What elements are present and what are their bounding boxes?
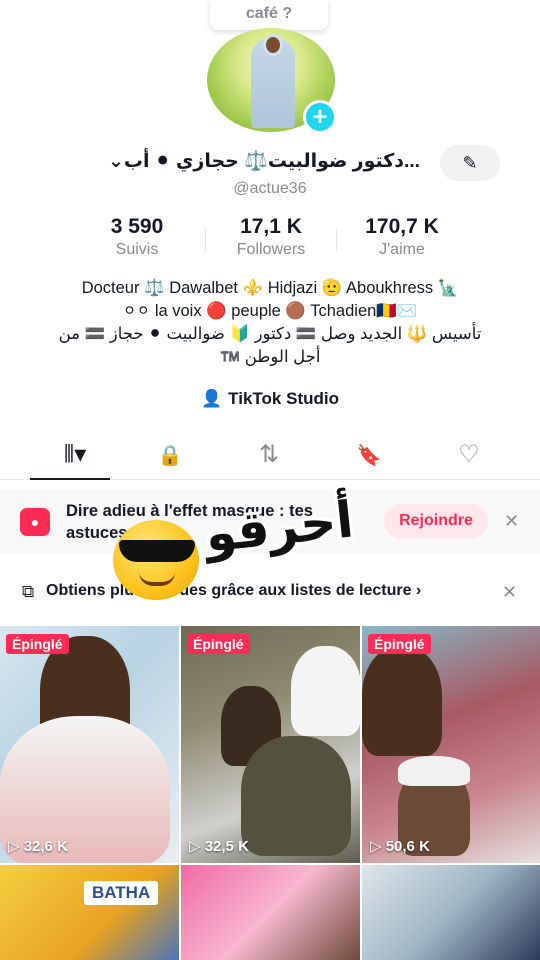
batha-sign: BATHA bbox=[84, 881, 159, 905]
stat-likes-value: 170,7 K bbox=[365, 215, 439, 238]
video-thumbnail[interactable]: Épinglé ▷ 32,6 K bbox=[0, 626, 179, 863]
tiktok-studio-label: TikTok Studio bbox=[228, 389, 339, 408]
tab-private[interactable]: 🔒 bbox=[140, 438, 200, 472]
sunglasses-emoji-icon bbox=[113, 520, 203, 602]
pencil-icon: ✎ bbox=[462, 153, 478, 173]
stat-followers-label: Followers bbox=[236, 241, 306, 258]
view-count: ▷ 50,6 K bbox=[370, 838, 430, 855]
grid-icon: ⦀▾ bbox=[63, 441, 87, 468]
repost-icon: ⇅ bbox=[258, 441, 280, 468]
tab-videos-grid[interactable]: ⦀▾ bbox=[45, 438, 105, 472]
stat-following-label: Suivis bbox=[115, 241, 159, 258]
view-count: ▷ 32,5 K bbox=[189, 838, 249, 855]
pinned-badge: Épinglé bbox=[187, 634, 250, 654]
stat-followers[interactable]: 17,1 K Followers bbox=[206, 215, 336, 259]
join-button[interactable]: Rejoindre bbox=[384, 504, 488, 538]
playlist-icon: ⧉ bbox=[22, 582, 35, 601]
add-story-plus-icon[interactable]: + bbox=[303, 100, 337, 134]
bio-line: Docteur ⚖️ Dawalbet ⚜️ Hidjazi 🫡 Aboukhr… bbox=[81, 279, 459, 297]
tab-reposts[interactable]: ⇅ bbox=[239, 438, 299, 472]
video-thumbnail[interactable]: Épinglé ▷ 32,5 K bbox=[181, 626, 360, 863]
profile-stats: 3 590 Suivis 17,1 K Followers 170,7 K J'… bbox=[0, 215, 540, 265]
lock-icon: 🔒 bbox=[157, 445, 183, 467]
stat-likes[interactable]: 170,7 K J'aime bbox=[337, 215, 467, 259]
stat-followers-value: 17,1 K bbox=[240, 215, 302, 238]
active-tab-indicator bbox=[30, 478, 110, 480]
profile-tabs: ⦀▾ 🔒 ⇅ 🔖 ♡ bbox=[0, 430, 540, 480]
playlist-promo-text: Obtiens plus de vues grâce aux listes de… bbox=[46, 582, 422, 599]
bio-line: ⚪⚪ la voix 🔴 peuple 🟤 Tchadien🇹🇩✉️ bbox=[122, 302, 418, 320]
video-thumbnail[interactable] bbox=[181, 865, 360, 960]
stat-following[interactable]: 3 590 Suivis bbox=[72, 215, 202, 259]
edit-profile-button[interactable]: ✎ bbox=[440, 145, 500, 181]
close-icon[interactable]: ✕ bbox=[502, 582, 517, 603]
profile-bio: Docteur ⚖️ Dawalbet ⚜️ Hidjazi 🫡 Aboukhr… bbox=[20, 277, 520, 369]
camera-icon: ● bbox=[20, 508, 50, 536]
bio-line: أجل الوطن ™️ bbox=[219, 348, 321, 366]
video-thumbnail[interactable]: BATHA bbox=[0, 865, 179, 960]
stat-likes-label: J'aime bbox=[379, 241, 425, 258]
pinned-badge: Épinglé bbox=[368, 634, 431, 654]
video-thumbnail[interactable]: Épinglé ▷ 50,6 K bbox=[362, 626, 540, 863]
tiktok-studio-link[interactable]: 👤 TikTok Studio bbox=[0, 389, 540, 409]
view-count: ▷ 32,6 K bbox=[8, 838, 68, 855]
bio-line: تأسيس 🔱 الجديد وصل 🟰 دكتور 🔰 ضوالبيت ⚫ ح… bbox=[58, 325, 482, 343]
pinned-badge: Épinglé bbox=[6, 634, 69, 654]
video-grid: Épinglé ▷ 32,6 K Épinglé ▷ 32,5 K Épingl… bbox=[0, 626, 540, 960]
studio-person-icon: 👤 bbox=[201, 389, 223, 408]
profile-username: @actue36 bbox=[233, 180, 307, 197]
cafe-question-bubble[interactable]: café ? bbox=[210, 0, 328, 30]
video-thumbnail[interactable] bbox=[362, 865, 540, 960]
tab-liked[interactable]: ♡ bbox=[439, 438, 499, 472]
playlist-promo-banner[interactable]: ⧉ Obtiens plus de vues grâce aux listes … bbox=[0, 570, 540, 614]
profile-avatar[interactable]: + bbox=[207, 28, 337, 134]
heart-icon: ♡ bbox=[458, 441, 480, 468]
close-icon[interactable]: ✕ bbox=[504, 511, 519, 532]
bookmark-icon: 🔖 bbox=[356, 445, 382, 467]
tab-favorites[interactable]: 🔖 bbox=[339, 438, 399, 472]
stat-following-value: 3 590 bbox=[110, 215, 164, 238]
profile-display-name[interactable]: ⌄دكتور ضوالبيت⚖️ حجازي ⚫ أب... bbox=[108, 149, 420, 173]
